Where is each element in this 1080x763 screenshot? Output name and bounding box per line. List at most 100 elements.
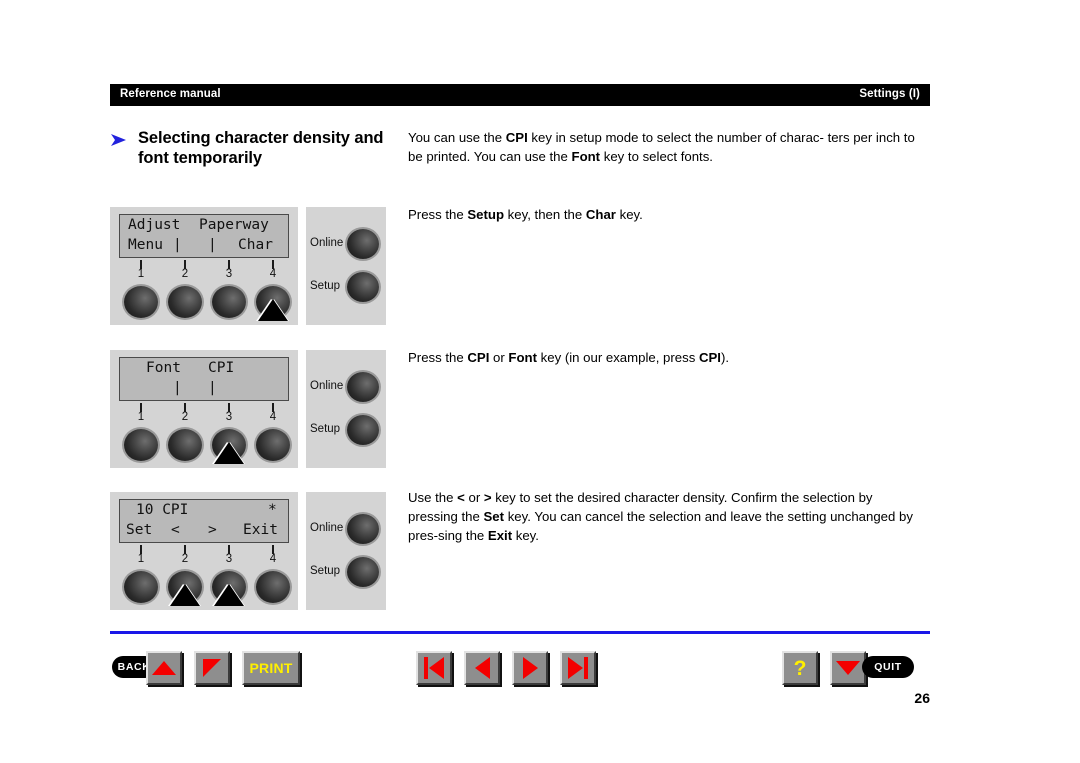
text-run: ). xyxy=(720,350,730,365)
key-less-than: < xyxy=(457,490,465,505)
key-cpi: CPI xyxy=(698,350,721,365)
lcd-row-1: 10 CPI * xyxy=(120,500,288,521)
page-title: Selecting character density and font tem… xyxy=(138,129,384,167)
panel-key-4[interactable] xyxy=(256,571,290,603)
footer-divider-rule xyxy=(110,631,930,634)
printer-panel-illustration-1: Adjust Paperway Menu | | Char 1 2 3 4 On… xyxy=(110,207,386,325)
header-right-label: Settings (I) xyxy=(859,88,920,101)
skip-to-first-icon xyxy=(424,657,444,679)
lcd-cell: Set xyxy=(126,522,153,538)
page-header-bar: Reference manual Settings (I) xyxy=(110,84,930,106)
triangle-down-icon xyxy=(836,661,860,675)
lcd-cell: < xyxy=(171,522,180,538)
panel-key-3[interactable] xyxy=(212,286,246,318)
lcd-cell: Paperway xyxy=(199,217,269,233)
question-mark-icon: ? xyxy=(793,656,807,680)
previous-page-button[interactable] xyxy=(464,651,500,685)
print-button[interactable]: PRINT xyxy=(242,651,300,685)
scroll-up-button[interactable] xyxy=(146,651,182,685)
lcd-cell: CPI xyxy=(208,360,235,376)
text-run: You can use the xyxy=(408,130,506,145)
triangle-left-icon xyxy=(474,657,490,679)
text-run: or xyxy=(464,490,484,505)
last-page-button[interactable] xyxy=(560,651,596,685)
key-font: Font xyxy=(571,149,601,164)
key-number-label: 4 xyxy=(269,553,277,565)
online-key-label: Online xyxy=(310,522,344,534)
text-run: or xyxy=(489,350,509,365)
lcd-cell: * xyxy=(268,502,277,518)
lcd-row-2: Menu | | Char xyxy=(120,235,288,256)
key-char: Char xyxy=(585,207,616,222)
paragraph-step-3: Use the < or > key to set the desired ch… xyxy=(408,488,924,545)
key-number-label: 4 xyxy=(269,411,277,423)
online-key[interactable] xyxy=(347,372,379,402)
triangle-down-right-icon xyxy=(203,659,221,677)
help-button[interactable]: ? xyxy=(782,651,818,685)
setup-key-label: Setup xyxy=(310,565,341,577)
key-number-label: 3 xyxy=(225,553,233,565)
panel-key-1[interactable] xyxy=(124,429,158,461)
paragraph-step-1: Press the Setup key, then the Char key. xyxy=(408,205,924,224)
lcd-row-1: Font CPI xyxy=(120,358,288,379)
key-greater-than: > xyxy=(483,490,492,505)
scroll-down-button[interactable] xyxy=(194,651,230,685)
text-run: key. xyxy=(615,207,643,222)
setup-key[interactable] xyxy=(347,415,379,445)
key-number-label: 3 xyxy=(225,268,233,280)
lcd-cell: 10 CPI xyxy=(136,502,189,518)
online-key-label: Online xyxy=(310,237,344,249)
lcd-cell: | xyxy=(173,380,182,396)
print-button-label: PRINT xyxy=(249,660,293,676)
operator-panel-side-keys: Online Setup xyxy=(306,207,386,325)
first-page-button[interactable] xyxy=(416,651,452,685)
text-run: Press the xyxy=(408,350,468,365)
panel-key-4[interactable] xyxy=(256,429,290,461)
lcd-cell: > xyxy=(208,522,217,538)
online-key[interactable] xyxy=(347,229,379,259)
printer-panel-illustration-3: 10 CPI * Set < > Exit 1 2 3 4 Online Set… xyxy=(110,492,386,610)
text-run: key in setup mode to select the number o… xyxy=(527,130,824,145)
next-page-button[interactable] xyxy=(512,651,548,685)
setup-key-label: Setup xyxy=(310,280,341,292)
panel-key-1[interactable] xyxy=(124,286,158,318)
key-number-label: 3 xyxy=(225,411,233,423)
panel-key-2[interactable] xyxy=(168,286,202,318)
lcd-cell: | xyxy=(208,380,217,396)
operator-panel-side-keys: Online Setup xyxy=(306,350,386,468)
key-setup: Setup xyxy=(467,207,505,222)
lcd-row-1: Adjust Paperway xyxy=(120,215,288,236)
text-run: key. xyxy=(504,509,531,524)
paragraph-step-2: Press the CPI or Font key (in our exampl… xyxy=(408,348,924,367)
online-key-label: Online xyxy=(310,380,344,392)
setup-key[interactable] xyxy=(347,272,379,302)
key-number-label: 1 xyxy=(137,411,145,423)
key-cpi: CPI xyxy=(467,350,490,365)
press-indicator-arrow-icon xyxy=(170,584,200,606)
key-number-label: 2 xyxy=(181,268,189,280)
online-key[interactable] xyxy=(347,514,379,544)
text-run: Press the xyxy=(408,207,468,222)
lcd-cell: Font xyxy=(146,360,181,376)
key-cpi: CPI xyxy=(505,130,528,145)
key-number-label: 1 xyxy=(137,268,145,280)
panel-key-2[interactable] xyxy=(168,429,202,461)
lcd-display: Adjust Paperway Menu | | Char xyxy=(119,214,289,258)
key-number-label: 2 xyxy=(181,411,189,423)
quit-label-pill[interactable]: QUIT xyxy=(862,656,914,678)
operator-panel-keys: Adjust Paperway Menu | | Char 1 2 3 4 xyxy=(110,207,298,325)
quit-button[interactable] xyxy=(830,651,866,685)
key-number-label: 4 xyxy=(269,268,277,280)
setup-key[interactable] xyxy=(347,557,379,587)
key-font: Font xyxy=(508,350,537,365)
text-run: key. xyxy=(512,528,539,543)
lcd-row-2: Set < > Exit xyxy=(120,520,288,541)
press-indicator-arrow-icon xyxy=(214,442,244,464)
press-indicator-arrow-icon xyxy=(258,299,288,321)
lcd-cell: | xyxy=(173,237,182,253)
lcd-display: 10 CPI * Set < > Exit xyxy=(119,499,289,543)
text-run: key to select fonts. xyxy=(600,149,713,164)
printer-panel-illustration-2: Font CPI | | 1 2 3 4 Online Setup xyxy=(110,350,386,468)
panel-key-1[interactable] xyxy=(124,571,158,603)
triangle-right-icon xyxy=(522,657,538,679)
